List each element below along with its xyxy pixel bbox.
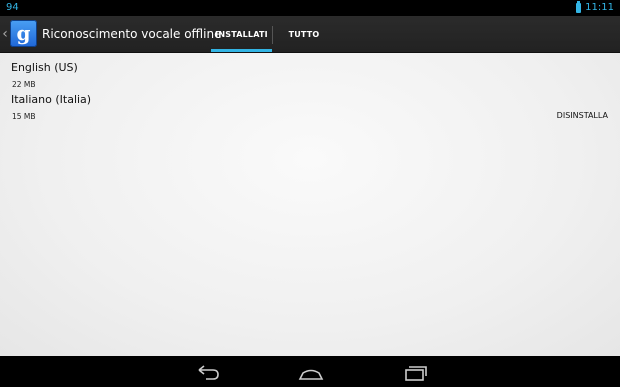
google-logo-icon: g bbox=[16, 20, 31, 45]
tab-label: TUTTO bbox=[288, 29, 320, 39]
home-icon[interactable] bbox=[296, 362, 326, 382]
tab-label: INSTALLATI bbox=[215, 29, 268, 39]
notification-count: 94 bbox=[6, 2, 19, 13]
language-name: English (US) bbox=[11, 61, 78, 74]
recent-apps-icon[interactable] bbox=[401, 362, 431, 382]
app-icon[interactable]: g bbox=[10, 20, 37, 47]
language-name: Italiano (Italia) bbox=[11, 93, 92, 106]
language-size: 15 MB bbox=[12, 112, 36, 121]
tab-tutto[interactable]: TUTTO bbox=[273, 16, 335, 52]
battery-icon bbox=[576, 0, 582, 13]
action-bar: ‹ g Riconoscimento vocale offline INSTAL… bbox=[0, 16, 620, 53]
language-list: English (US) 22 MB Italiano (Italia) 15 … bbox=[0, 53, 620, 356]
back-icon[interactable] bbox=[193, 362, 223, 382]
status-right: 11:11 bbox=[576, 0, 614, 13]
system-nav-bar bbox=[0, 356, 620, 387]
language-size: 22 MB bbox=[12, 80, 36, 89]
status-bar: 94 11:11 bbox=[0, 0, 620, 16]
up-navigation-icon[interactable]: ‹ bbox=[0, 25, 10, 43]
clock: 11:11 bbox=[585, 2, 614, 13]
tab-installati[interactable]: INSTALLATI bbox=[211, 16, 272, 52]
uninstall-button[interactable]: DISINSTALLA bbox=[557, 111, 608, 120]
page-title: Riconoscimento vocale offline bbox=[42, 27, 222, 41]
